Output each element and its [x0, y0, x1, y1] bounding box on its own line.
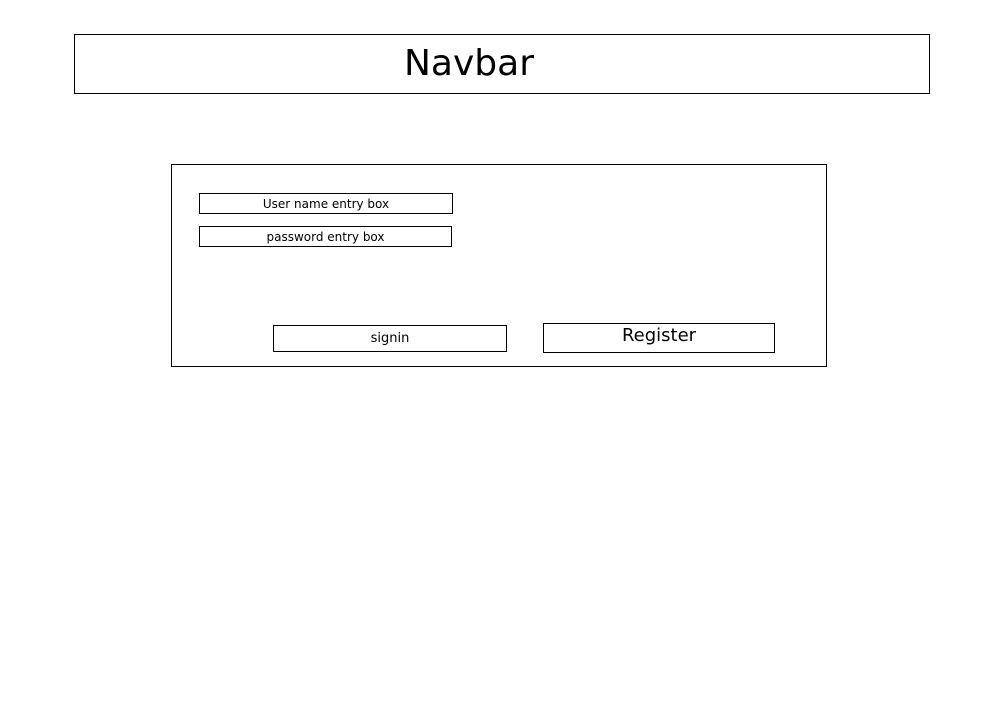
- password-input[interactable]: [199, 226, 452, 247]
- register-button[interactable]: Register: [543, 323, 775, 353]
- navbar-title: Navbar: [404, 43, 535, 84]
- signin-button[interactable]: signin: [273, 325, 507, 352]
- username-input[interactable]: [199, 193, 453, 214]
